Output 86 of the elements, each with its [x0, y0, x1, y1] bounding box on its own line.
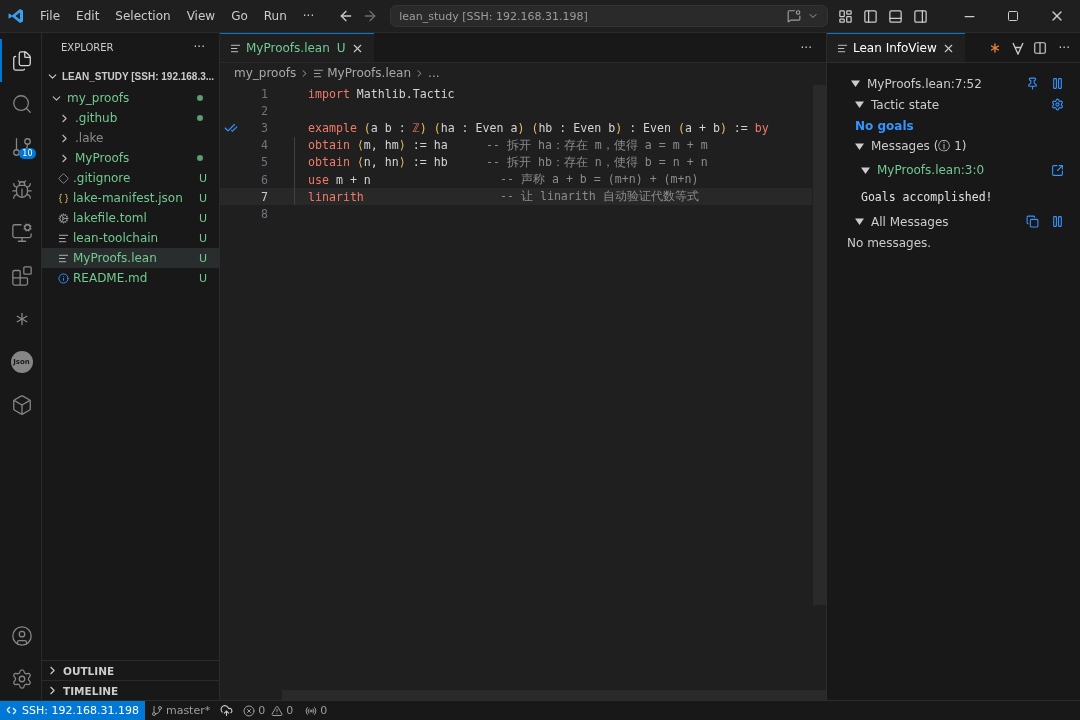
code-line: linarith [308, 189, 364, 204]
lines-icon [58, 252, 69, 264]
status-letter: U [198, 251, 207, 265]
section-heading: Messages (ⓘ 1) [871, 138, 968, 155]
problems-indicator[interactable]: 0 0 [237, 704, 300, 717]
section-heading: All Messages [871, 214, 950, 229]
code-line: use m + n [308, 172, 371, 187]
account-icon [10, 624, 33, 647]
status-letter: U [198, 271, 207, 285]
status-letter: U [198, 211, 207, 225]
package-icon [10, 393, 33, 416]
empty-note: No messages. [847, 235, 933, 250]
line-number: 4 [260, 138, 268, 153]
tree-item[interactable]: .lake [42, 128, 219, 148]
status-letter: U [198, 171, 207, 185]
menu-item[interactable]: Selection [107, 9, 179, 23]
menu-item[interactable]: File [32, 9, 69, 23]
line-number: 1 [260, 86, 268, 101]
breadcrumb[interactable]: ... [428, 66, 440, 80]
app-logo-icon [8, 8, 24, 24]
code-comment: -- 让 linarith 自动验证代数等式 [500, 189, 699, 205]
menu-item[interactable]: Edit [68, 9, 108, 23]
section-heading: Tactic state [871, 97, 941, 112]
line-number: 7 [260, 189, 268, 204]
line-number: 3 [260, 120, 268, 135]
menu-item[interactable]: View [178, 9, 224, 23]
tree-item[interactable]: MyProofs [42, 148, 219, 168]
lines-icon [313, 67, 325, 79]
tree-item[interactable]: lean-toolchain U [42, 228, 219, 248]
line-number: 6 [260, 172, 268, 187]
code-line: obtain ⟨m, hm⟩ := ha [308, 138, 448, 153]
message-location: MyProofs.lean:3:0 [877, 163, 986, 177]
line-number: 5 [260, 155, 268, 170]
breadcrumb[interactable]: my_proofs [234, 66, 297, 80]
branch-indicator[interactable]: master* [144, 704, 217, 717]
sidebar-title: EXPLORER [61, 41, 114, 53]
code-comment: -- 拆开 hb：存在 n，使得 b = n + n [486, 154, 708, 170]
more-actions[interactable]: ··· [193, 40, 205, 54]
code-line: example (a b : ℤ) (ha : Even a) (hb : Even b) : Even (a + b) := by [308, 120, 769, 135]
settings-icon [10, 667, 33, 690]
menu-item[interactable]: ··· [294, 9, 323, 23]
run-debug-icon [10, 178, 33, 201]
tree-item[interactable]: .github [42, 108, 219, 128]
braces-icon [58, 192, 69, 204]
tree-item[interactable]: README.md U [42, 268, 219, 288]
tree-item[interactable]: .gitignore U [42, 168, 219, 188]
diamond-icon [58, 172, 69, 184]
position-heading: MyProofs.lean:7:52 [867, 76, 983, 91]
count-badge: 10 [19, 148, 36, 159]
gear-icon [58, 212, 69, 224]
tree-item[interactable]: lake-manifest.json U [42, 188, 219, 208]
infoview-tab[interactable]: Lean InfoView [827, 33, 965, 62]
code-comment: -- 拆开 ha：存在 m，使得 a = m + m [486, 137, 708, 153]
tree-item[interactable]: lakefile.toml U [42, 208, 219, 228]
extensions-icon [10, 264, 33, 287]
code-line: obtain ⟨n, hn⟩ := hb [308, 155, 448, 170]
files-icon [10, 49, 33, 72]
lines-icon [230, 42, 241, 54]
chat-icon [787, 9, 802, 23]
lines-icon [837, 42, 848, 54]
message-text: Goals accomplished! [861, 190, 994, 204]
tree-item[interactable]: MyProofs.lean U [42, 248, 219, 268]
remote-explorer-icon [10, 221, 33, 244]
ports-indicator[interactable]: 0 [299, 704, 334, 717]
menu-item[interactable]: Go [223, 9, 256, 23]
line-number: 2 [260, 103, 268, 118]
more-actions[interactable]: ··· [792, 40, 826, 55]
search-icon [10, 92, 33, 115]
lines-icon [58, 232, 69, 244]
breadcrumb[interactable]: MyProofs.lean [327, 66, 412, 80]
status-letter: U [198, 191, 207, 205]
menu-item[interactable]: Run [255, 9, 295, 23]
line-number: 8 [260, 206, 268, 221]
tree-item[interactable]: my_proofs [42, 88, 219, 108]
goals-text: No goals [855, 118, 915, 133]
status-letter: U [198, 231, 207, 245]
more-actions[interactable]: ··· [1050, 40, 1080, 55]
code-comment: -- 声称 a + b = (m+n) + (m+n) [500, 172, 699, 188]
activity-bar-item[interactable]: 10 [0, 125, 42, 168]
section-header[interactable]: OUTLINE [42, 660, 219, 680]
workspace-root[interactable]: LEAN_STUDY [SSH: 192.168.3... [42, 65, 219, 87]
editor-tab[interactable]: MyProofs.lean U [220, 33, 374, 62]
remote-indicator[interactable]: SSH: 192.168.31.198 [0, 701, 145, 720]
command-center-field[interactable]: lean_study [SSH: 192.168.31.198] [390, 5, 829, 27]
code-line: import Mathlib.Tactic [308, 86, 455, 101]
info-icon [58, 272, 69, 284]
